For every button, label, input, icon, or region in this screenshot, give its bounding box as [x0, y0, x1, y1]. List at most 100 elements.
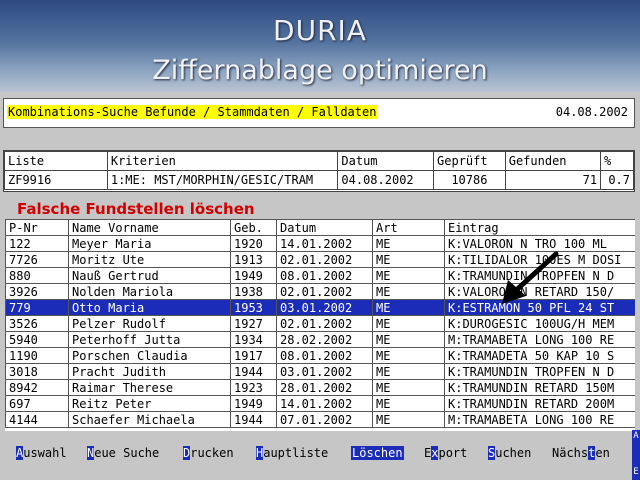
- cell-datum: 14.01.2002: [276, 395, 373, 412]
- cell-art: ME: [372, 267, 445, 284]
- cell-geb: 1944: [230, 411, 277, 428]
- table-row[interactable]: 8942 Raimar Therese 1923 28.01.2002 ME K:TRAM…: [5, 379, 635, 396]
- table-row[interactable]: 4144 Schaefer Michaela 1944 07.01.2002 ME M:T…: [5, 411, 635, 428]
- table-row[interactable]: 3018 Pracht Judith 1944 03.01.2002 ME K:TRAMU…: [5, 363, 635, 380]
- menu-neue-suche[interactable]: Neue Suche: [87, 446, 159, 460]
- function-menu: Auswahl Neue Suche Drucken Hauptliste Lö…: [0, 446, 630, 466]
- cell-pnr: 122: [5, 235, 69, 252]
- cell-eintrag: K:DUROGESIC 100UG/H MEM: [444, 315, 635, 332]
- cell-pnr: 3018: [5, 363, 69, 380]
- cell-art: ME: [372, 251, 445, 268]
- cell-pnr: 4144: [5, 411, 69, 428]
- app-subtitle: Ziffernablage optimieren: [152, 55, 488, 86]
- criteria-datum: 04.08.2002: [337, 170, 435, 190]
- criteria-liste: ZF9916: [4, 170, 108, 190]
- cell-geb: 1949: [230, 395, 277, 412]
- menu-hauptliste[interactable]: Hauptliste: [256, 446, 328, 460]
- cell-datum: 02.01.2002: [276, 283, 373, 300]
- table-row[interactable]: 1190 Porschen Claudia 1917 08.01.2002 ME K:TR…: [5, 347, 635, 364]
- cell-name: Schaefer Michaela: [68, 411, 231, 428]
- cell-geb: 1923: [230, 379, 277, 396]
- cell-eintrag: M:TRAMABETA LONG 100 RE: [444, 411, 635, 428]
- cell-datum: 02.01.2002: [276, 251, 373, 268]
- cell-datum: 07.01.2002: [276, 411, 373, 428]
- cell-pnr: 779: [5, 299, 69, 316]
- search-mode-label: Kombinations-Suche Befunde / Stammdaten …: [7, 105, 378, 119]
- cell-eintrag: K:TRAMADETA 50 KAP 10 S: [444, 347, 635, 364]
- cell-art: ME: [372, 411, 445, 428]
- col-header-datum[interactable]: Datum: [276, 219, 373, 236]
- criteria-percent: 0.7: [600, 170, 634, 190]
- table-row[interactable]: 3526 Pelzer Rudolf 1927 02.01.2002 ME K:DUROG…: [5, 315, 635, 332]
- cell-eintrag: K:TRAMUNDIN RETARD 200M: [444, 395, 635, 412]
- cell-art: ME: [372, 379, 445, 396]
- criteria-kriterien: 1:ME: MST/MORPHIN/GESIC/TRAM: [106, 170, 339, 190]
- cell-pnr: 8942: [5, 379, 69, 396]
- cell-datum: 28.02.2002: [276, 331, 373, 348]
- cell-name: Raimar Therese: [68, 379, 231, 396]
- cell-art: ME: [372, 283, 445, 300]
- header-banner: DURIA Ziffernablage optimieren: [0, 0, 640, 92]
- cell-art: ME: [372, 347, 445, 364]
- cell-pnr: 1190: [5, 347, 69, 364]
- cell-geb: 1953: [230, 299, 277, 316]
- cell-art: ME: [372, 331, 445, 348]
- criteria-header-row: Liste Kriterien Datum Geprüft Gefunden %: [4, 151, 634, 171]
- cell-datum: 08.01.2002: [276, 267, 373, 284]
- criteria-gefunden: 71: [504, 170, 602, 190]
- scroll-letter-bottom: E: [633, 467, 639, 477]
- menu-drucken[interactable]: Drucken: [183, 446, 234, 460]
- cell-name: Moritz Ute: [68, 251, 231, 268]
- table-row[interactable]: 697 Reitz Peter 1949 14.01.2002 ME K:TRAMUNDI…: [5, 395, 635, 412]
- criteria-table: Liste Kriterien Datum Geprüft Gefunden %…: [4, 151, 634, 190]
- app-title: DURIA: [273, 14, 367, 47]
- criteria-header-percent: %: [600, 151, 634, 171]
- cell-eintrag: K:TRAMUNDIN RETARD 150M: [444, 379, 635, 396]
- section-title: Falsche Fundstellen löschen: [17, 200, 255, 218]
- menu-loeschen[interactable]: Löschen: [351, 446, 404, 460]
- cell-pnr: 880: [5, 267, 69, 284]
- current-date: 04.08.2002: [555, 105, 628, 119]
- cell-geb: 1927: [230, 315, 277, 332]
- search-mode-bar: Kombinations-Suche Befunde / Stammdaten …: [3, 98, 635, 128]
- cell-art: ME: [372, 395, 445, 412]
- cell-name: Meyer Maria: [68, 235, 231, 252]
- criteria-panel: Liste Kriterien Datum Geprüft Gefunden %…: [3, 150, 635, 192]
- criteria-geprueft: 10786: [433, 170, 506, 190]
- cell-datum: 08.01.2002: [276, 347, 373, 364]
- criteria-row[interactable]: ZF9916 1:ME: MST/MORPHIN/GESIC/TRAM 04.0…: [4, 170, 634, 190]
- cell-name: Peterhoff Jutta: [68, 331, 231, 348]
- col-header-name[interactable]: Name Vorname: [68, 219, 231, 236]
- col-header-pnr[interactable]: P-Nr: [5, 219, 69, 236]
- cell-geb: 1938: [230, 283, 277, 300]
- menu-naechsten[interactable]: Nächsten: [552, 446, 610, 460]
- cell-name: Otto Maria: [68, 299, 231, 316]
- menu-suchen[interactable]: Suchen: [488, 446, 531, 460]
- cell-geb: 1913: [230, 251, 277, 268]
- cell-pnr: 3526: [5, 315, 69, 332]
- cell-name: Nolden Mariola: [68, 283, 231, 300]
- results-header-row: P-Nr Name Vorname Geb. Datum Art Eintrag: [5, 219, 635, 236]
- cell-art: ME: [372, 315, 445, 332]
- cell-art: ME: [372, 235, 445, 252]
- criteria-header-geprueft: Geprüft: [433, 151, 506, 171]
- cell-pnr: 7726: [5, 251, 69, 268]
- cell-datum: 02.01.2002: [276, 315, 373, 332]
- cell-eintrag: M:TRAMABETA LONG 100 RE: [444, 331, 635, 348]
- cell-datum: 28.01.2002: [276, 379, 373, 396]
- table-row[interactable]: 5940 Peterhoff Jutta 1934 28.02.2002 ME M:TRA…: [5, 331, 635, 348]
- cell-name: Nauß Gertrud: [68, 267, 231, 284]
- cell-datum: 03.01.2002: [276, 363, 373, 380]
- cell-art: ME: [372, 299, 445, 316]
- cell-datum: 14.01.2002: [276, 235, 373, 252]
- cell-geb: 1934: [230, 331, 277, 348]
- menu-export[interactable]: Export: [424, 446, 467, 460]
- cell-datum: 03.01.2002: [276, 299, 373, 316]
- col-header-geb[interactable]: Geb.: [230, 219, 277, 236]
- col-header-art[interactable]: Art: [372, 219, 445, 236]
- col-header-eintrag[interactable]: Eintrag: [444, 219, 635, 236]
- pointer-arrow-icon: [502, 251, 559, 304]
- menu-auswahl[interactable]: Auswahl: [16, 446, 67, 460]
- cell-name: Reitz Peter: [68, 395, 231, 412]
- cell-geb: 1944: [230, 363, 277, 380]
